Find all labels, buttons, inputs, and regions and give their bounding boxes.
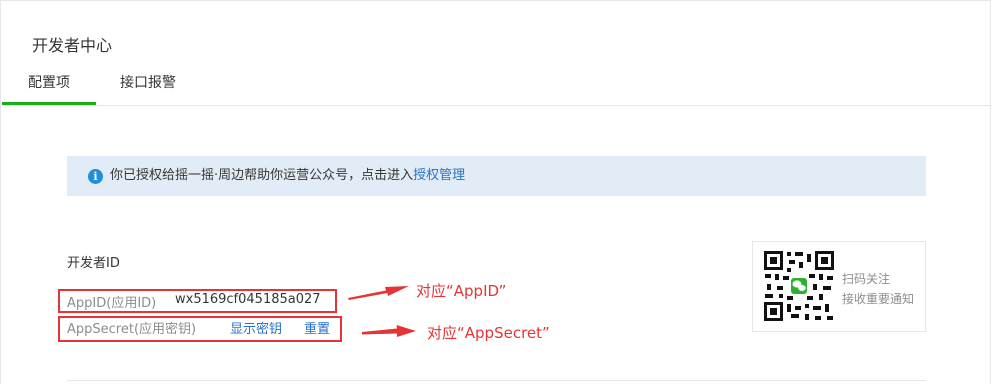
notice-text-wrap: 你已授权给摇一摇·周边帮助你运营公众号，点击进入授权管理 — [110, 156, 465, 196]
tab-interface-alert[interactable]: 接口报警 — [114, 66, 182, 105]
developer-id-heading: 开发者ID — [67, 256, 120, 271]
authorization-management-link[interactable]: 授权管理 — [413, 168, 465, 183]
qr-notification-text: 接收重要通知 — [842, 292, 915, 306]
tab-bar: 配置项 接口报警 — [2, 66, 991, 106]
tab-config[interactable]: 配置项 — [2, 66, 96, 105]
qr-code-icon — [763, 250, 835, 322]
info-icon: i — [88, 169, 103, 184]
qr-subscribe-card: 扫码关注 接收重要通知 — [752, 241, 926, 332]
authorization-notice: i 你已授权给摇一摇·周边帮助你运营公众号，点击进入授权管理 — [67, 156, 926, 196]
arrow-appsecret-icon — [362, 325, 416, 337]
qr-scan-follow-text: 扫码关注 — [842, 272, 891, 286]
appsecret-highlight-box — [58, 316, 342, 342]
annotation-appid: 对应“AppID” — [416, 282, 507, 300]
appid-highlight-box — [58, 289, 337, 313]
notice-text: 你已授权给摇一摇·周边帮助你运营公众号，点击进入 — [110, 168, 414, 183]
page-title: 开发者中心 — [32, 36, 113, 55]
arrow-appid-icon — [348, 286, 409, 300]
annotation-appsecret: 对应“AppSecret” — [427, 324, 550, 342]
divider — [67, 380, 926, 381]
